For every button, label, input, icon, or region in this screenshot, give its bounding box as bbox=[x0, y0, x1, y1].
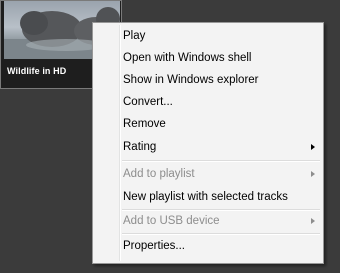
menu-item-label: Properties... bbox=[123, 240, 185, 252]
menu-item-show-in-windows-explorer[interactable]: Show in Windows explorer bbox=[95, 69, 321, 91]
menu-item-rating[interactable]: Rating bbox=[95, 136, 321, 158]
submenu-arrow-icon bbox=[311, 218, 315, 224]
menu-item-add-to-usb-device[interactable]: Add to USB device bbox=[95, 210, 321, 232]
menu-item-label: Play bbox=[123, 30, 146, 42]
menu-item-label: New playlist with selected tracks bbox=[123, 191, 288, 203]
menu-item-label: Convert... bbox=[123, 96, 173, 108]
submenu-arrow-icon bbox=[311, 171, 315, 177]
menu-item-new-playlist-with-selected-tracks[interactable]: New playlist with selected tracks bbox=[95, 186, 321, 208]
menu-item-label: Remove bbox=[123, 118, 166, 130]
menu-item-remove[interactable]: Remove bbox=[95, 113, 321, 135]
menu-item-label: Add to playlist bbox=[123, 168, 195, 180]
submenu-arrow-icon bbox=[311, 144, 315, 150]
menu-item-play[interactable]: Play bbox=[95, 25, 321, 47]
menu-item-label: Show in Windows explorer bbox=[123, 74, 259, 86]
video-title: Wildlife in HD bbox=[7, 66, 67, 76]
menu-item-label: Open with Windows shell bbox=[123, 52, 252, 64]
menu-item-properties[interactable]: Properties... bbox=[95, 235, 321, 257]
menu-item-convert[interactable]: Convert... bbox=[95, 91, 321, 113]
menu-item-label: Add to USB device bbox=[123, 215, 220, 227]
menu-separator bbox=[122, 160, 320, 162]
menu-item-open-with-windows-shell[interactable]: Open with Windows shell bbox=[95, 47, 321, 69]
context-menu: Play Open with Windows shell Show in Win… bbox=[92, 22, 324, 264]
menu-item-add-to-playlist[interactable]: Add to playlist bbox=[95, 163, 321, 185]
menu-item-label: Rating bbox=[123, 141, 157, 153]
